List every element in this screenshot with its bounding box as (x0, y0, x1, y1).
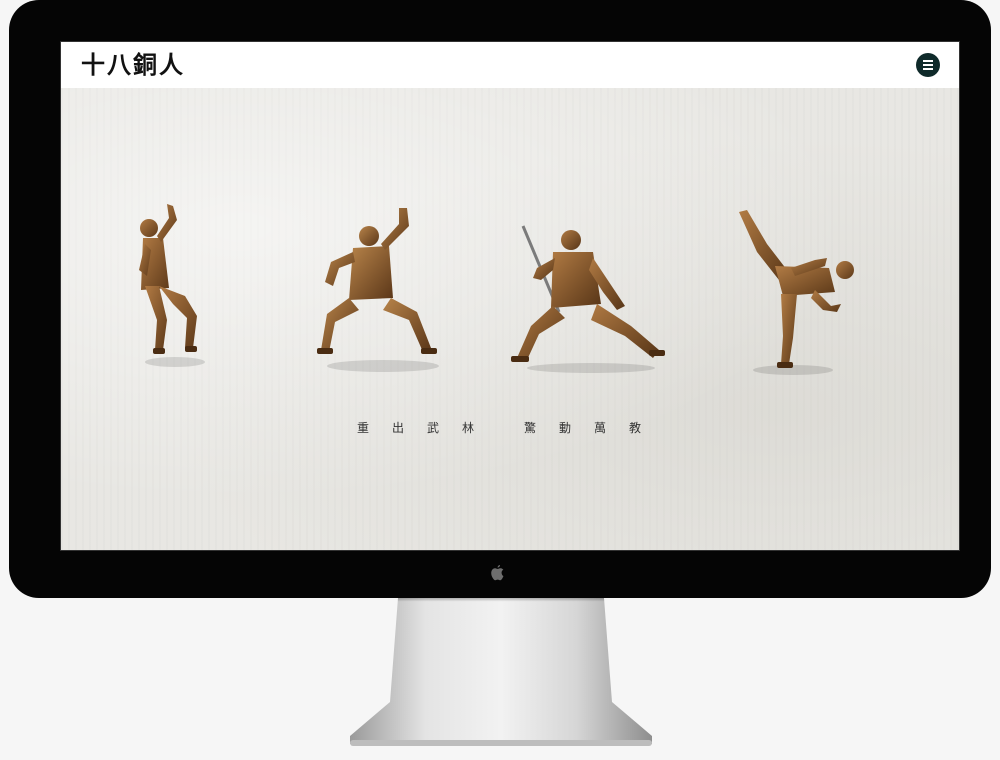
site-logo[interactable]: 十八銅人 (81, 50, 185, 80)
tagline-char: 動 (559, 421, 572, 435)
screen: 十八銅人 重 出 武 林 驚 動 萬 教 (60, 41, 960, 551)
tagline-char: 林 (462, 421, 475, 435)
bronze-statue-horse-stance (317, 208, 439, 372)
tagline-char: 出 (392, 421, 405, 435)
tagline-char: 重 (357, 421, 370, 435)
bronze-statue-sword (511, 225, 665, 373)
tagline-right: 驚動萬教 (524, 419, 664, 436)
bronze-statue-raised-fist (139, 204, 205, 367)
apple-logo-icon (491, 565, 504, 581)
tagline-char: 萬 (594, 421, 607, 435)
hamburger-menu-icon (923, 59, 933, 71)
monitor-frame: 十八銅人 重 出 武 林 驚 動 萬 教 (9, 0, 991, 598)
tagline-char: 驚 (524, 421, 537, 435)
tagline-char: 教 (629, 421, 642, 435)
hero-section: 重出武林 驚動萬教 (61, 88, 959, 550)
menu-button[interactable] (916, 53, 940, 77)
tagline-char: 武 (427, 421, 440, 435)
bronze-statue-high-kick (739, 210, 854, 375)
top-bar: 十八銅人 (61, 42, 959, 88)
tagline-left: 重出武林 (357, 419, 497, 436)
monitor-stand (350, 598, 652, 746)
